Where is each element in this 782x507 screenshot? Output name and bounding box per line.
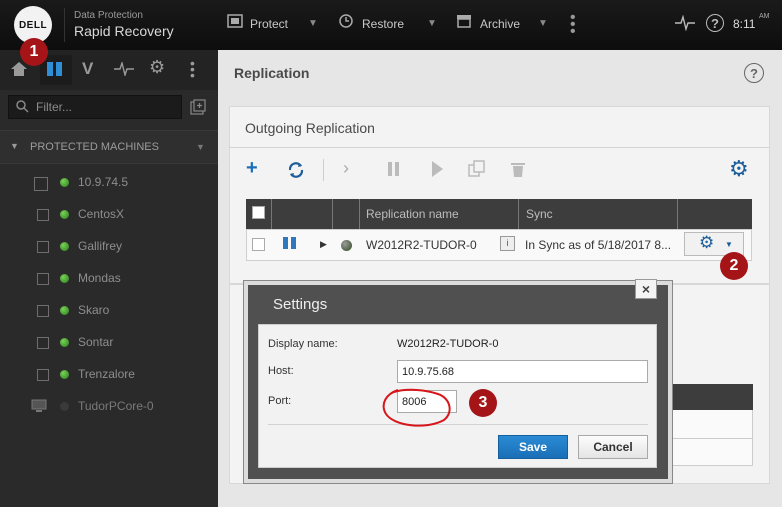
more-menu-icon[interactable]: • • • <box>570 10 576 40</box>
chevron-down-icon[interactable]: ▼ <box>538 18 548 29</box>
machines-icon <box>283 237 296 249</box>
dialog-title: Settings <box>273 296 328 313</box>
filter-input[interactable] <box>8 95 182 119</box>
status-ok-icon <box>60 242 69 251</box>
port-label: Port: <box>268 395 292 407</box>
host-label: Host: <box>268 365 294 377</box>
search-icon <box>16 100 29 113</box>
replication-name-cell: W2012R2-TUDOR-0 <box>366 238 477 252</box>
toolbar-divider <box>323 159 324 181</box>
archive-icon <box>457 15 471 28</box>
brand-title: Rapid Recovery <box>74 23 174 39</box>
events-icon[interactable] <box>114 62 134 76</box>
restore-icon <box>339 14 353 28</box>
help-icon[interactable]: ? <box>706 14 724 32</box>
collapse-chevron-icon[interactable]: ▼ <box>10 141 19 151</box>
divider <box>660 438 753 439</box>
settings-gear-icon[interactable]: ⚙ <box>729 156 749 182</box>
chevron-down-icon[interactable]: ▼ <box>427 18 437 29</box>
virtual-standby-icon[interactable]: V <box>82 59 93 79</box>
status-ok-icon <box>60 274 69 283</box>
sidebar-item-machine[interactable]: CentosX <box>78 207 124 221</box>
add-icon[interactable]: + <box>246 157 258 180</box>
status-ok-icon <box>60 178 69 187</box>
expand-arrow-icon[interactable]: ▶ <box>320 239 327 250</box>
host-input[interactable] <box>397 360 648 383</box>
dialog-divider <box>268 424 648 425</box>
protect-icon <box>227 14 243 28</box>
divider <box>229 147 770 148</box>
column-header-sync[interactable]: Sync <box>526 207 553 221</box>
settings-icon[interactable]: ⚙ <box>149 57 165 78</box>
status-offline-icon <box>60 402 69 411</box>
play-icon[interactable] <box>432 161 443 177</box>
status-ok-icon <box>60 338 69 347</box>
pause-icon[interactable] <box>388 162 392 176</box>
nav-restore[interactable]: Restore <box>362 17 404 31</box>
callout-marker-3: 3 <box>469 389 497 417</box>
sidebar-item-machine[interactable]: Mondas <box>78 271 121 285</box>
protected-machines-title: PROTECTED MACHINES <box>30 141 159 153</box>
forward-icon[interactable]: › <box>343 158 349 179</box>
machine-group-icon <box>34 177 48 191</box>
sidebar-item-machine[interactable]: Sontar <box>78 335 113 349</box>
add-machine-icon[interactable] <box>190 99 206 115</box>
callout-marker-2: 2 <box>720 252 748 280</box>
delete-icon[interactable] <box>510 160 526 178</box>
status-ok-icon <box>60 370 69 379</box>
machines-icon[interactable] <box>46 61 64 77</box>
status-icon <box>341 240 352 251</box>
machine-icon <box>37 369 49 381</box>
machine-icon <box>37 209 49 221</box>
machine-icon <box>37 305 49 317</box>
display-name-label: Display name: <box>268 338 338 350</box>
clock-ampm: AM <box>759 13 770 20</box>
sidebar-item-machine[interactable]: Skaro <box>78 303 109 317</box>
copy-icon[interactable] <box>468 160 486 178</box>
activity-icon[interactable] <box>675 15 695 31</box>
sidebar-item-machine[interactable]: 10.9.74.5 <box>78 175 128 189</box>
page-title: Replication <box>234 65 310 81</box>
section-menu-chevron-icon[interactable]: ▼ <box>196 142 205 152</box>
nav-protect[interactable]: Protect <box>250 17 288 31</box>
refresh-icon[interactable] <box>287 161 305 179</box>
sidebar-item-machine[interactable]: Gallifrey <box>78 239 122 253</box>
chevron-down-icon[interactable]: ▼ <box>308 18 318 29</box>
close-button[interactable]: × <box>635 279 657 299</box>
status-ok-icon <box>60 210 69 219</box>
select-all-checkbox[interactable] <box>252 206 265 219</box>
incoming-table-header <box>660 384 753 410</box>
nav-archive[interactable]: Archive <box>480 17 520 31</box>
row-checkbox[interactable] <box>252 238 265 251</box>
display-name-value: W2012R2-TUDOR-0 <box>397 338 499 350</box>
sidebar-more-icon[interactable]: • • • <box>190 56 195 82</box>
sidebar-item-machine[interactable]: TudorPCore-0 <box>78 399 154 413</box>
column-header-replication-name[interactable]: Replication name <box>366 207 459 221</box>
header-divider <box>64 8 65 42</box>
filter-placeholder: Filter... <box>36 100 73 114</box>
status-ok-icon <box>60 306 69 315</box>
save-button[interactable]: Save <box>498 435 568 459</box>
sidebar-item-machine[interactable]: Trenzalore <box>78 367 135 381</box>
chevron-down-icon: ▼ <box>725 240 733 249</box>
port-highlight-circle <box>382 388 451 427</box>
callout-marker-1: 1 <box>20 38 48 66</box>
cancel-button[interactable]: Cancel <box>578 435 648 459</box>
info-icon[interactable]: i <box>500 236 515 251</box>
sync-status-cell: In Sync as of 5/18/2017 8... <box>525 238 672 252</box>
brand-subtitle: Data Protection <box>74 10 143 21</box>
page-help-icon[interactable]: ? <box>744 63 764 83</box>
machine-icon <box>37 273 49 285</box>
monitor-icon <box>31 399 47 412</box>
logo-text: DELL <box>18 19 48 31</box>
machine-icon <box>37 337 49 349</box>
section-title: Outgoing Replication <box>245 120 375 136</box>
gear-icon: ⚙ <box>699 233 715 252</box>
machine-icon <box>37 241 49 253</box>
clock-time: 8:11 <box>733 17 756 31</box>
